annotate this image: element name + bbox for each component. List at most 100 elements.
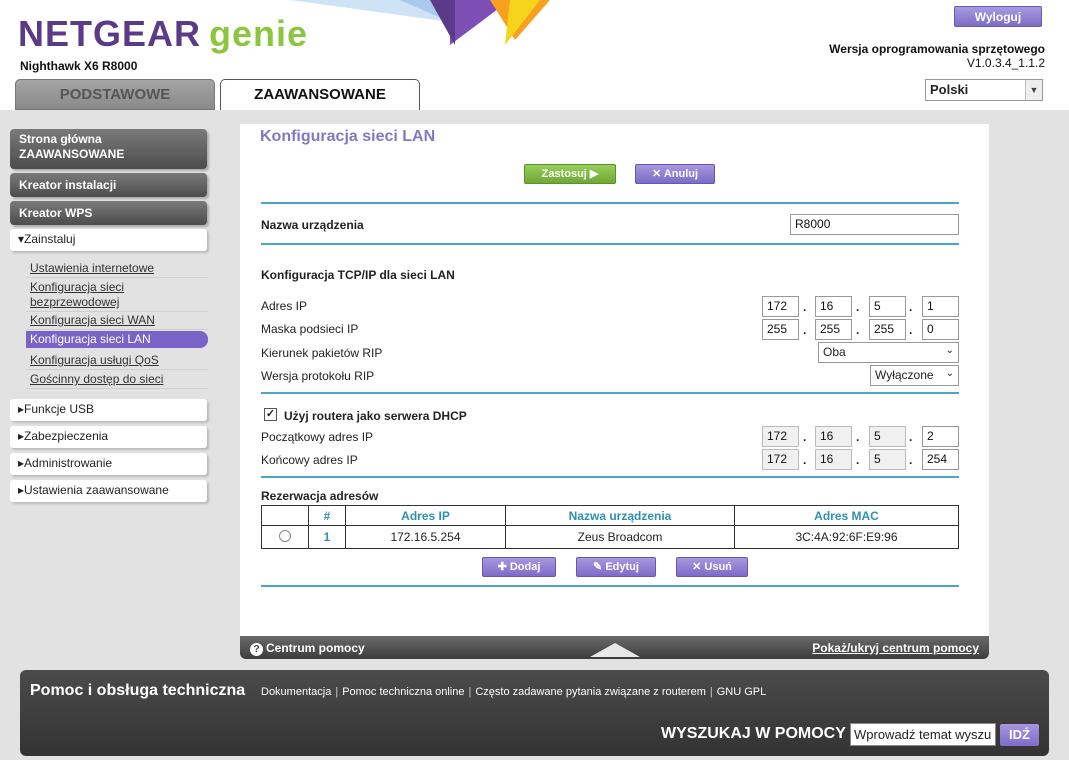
router-model: Nighthawk X6 R8000 [20, 59, 138, 73]
sidebar-section-advanced-setup[interactable]: ▸Ustawienia zaawansowane [10, 480, 207, 502]
add-button[interactable]: ✚ Dodaj [482, 557, 556, 577]
tcpip-section-title: Konfiguracja TCP/IP dla sieci LAN [261, 268, 455, 282]
ip-octet-3-input[interactable]: 5 [869, 296, 906, 317]
end-ip-octet-2: 16 [815, 449, 852, 470]
sidebar-section-setup[interactable]: ▾Zainstaluj [10, 229, 207, 251]
octet-separator: . [856, 300, 860, 314]
table-cell-device-name: Zeus Broadcom [505, 525, 735, 549]
table-row[interactable]: 1 172.16.5.254 Zeus Broadcom 3C:4A:92:6F… [261, 525, 959, 549]
language-select[interactable]: Polski ▼ [925, 79, 1043, 101]
start-ip-octet-1: 172 [762, 426, 799, 447]
table-cell-mac: 3C:4A:92:6F:E9:96 [734, 525, 959, 549]
divider [261, 476, 959, 478]
content-panel: Konfiguracja sieci LAN Zastosuj ▶ ✕ Anul… [240, 124, 989, 636]
octet-separator: . [803, 430, 807, 444]
sidebar-item-wireless-setup[interactable]: Konfiguracja sieci bezprzewodowej [26, 279, 208, 312]
mask-octet-2-input[interactable]: 255 [815, 319, 852, 340]
ip-octet-2-input[interactable]: 16 [815, 296, 852, 317]
online-support-link[interactable]: Pomoc techniczna online [338, 686, 468, 698]
tab-advanced[interactable]: ZAAWANSOWANE [220, 79, 420, 110]
sidebar-home-button[interactable]: Strona główna ZAAWANSOWANE [10, 129, 207, 169]
octet-separator: . [856, 453, 860, 467]
octet-separator: . [803, 453, 807, 467]
reservation-title: Rezerwacja adresów [261, 489, 379, 503]
gnu-gpl-link[interactable]: GNU GPL [713, 686, 771, 698]
device-name-label: Nazwa urządzenia [261, 218, 364, 232]
support-footer: Pomoc i obsługa techniczna Dokumentacja |… [20, 670, 1049, 756]
divider [261, 202, 959, 204]
help-center-toggle[interactable]: ? Centrum pomocy [250, 641, 365, 656]
sidebar-item-guest-network[interactable]: Gościnny dostęp do sieci [26, 371, 208, 389]
expand-arrow-icon[interactable] [590, 643, 640, 657]
rip-direction-select[interactable]: Oba ⌄ [818, 342, 959, 363]
ip-octet-4-input[interactable]: 1 [922, 296, 959, 317]
play-icon: ▶ [589, 168, 599, 180]
mask-octet-4-input[interactable]: 0 [922, 319, 959, 340]
table-cell-number: 1 [308, 525, 346, 549]
faq-link[interactable]: Często zadawane pytania związane z route… [471, 686, 710, 698]
end-ip-label: Końcowy adres IP [261, 453, 358, 467]
close-icon: ✕ [692, 561, 702, 573]
support-title: Pomoc i obsługa techniczna [30, 682, 246, 699]
close-icon: ✕ [651, 168, 662, 180]
chevron-down-icon: ▼ [1025, 80, 1042, 100]
octet-separator: . [803, 323, 807, 337]
start-ip-octet-4-input[interactable]: 2 [922, 426, 959, 447]
ip-octet-1-input[interactable]: 172 [762, 296, 799, 317]
mask-octet-3-input[interactable]: 255 [869, 319, 906, 340]
cancel-button[interactable]: ✕ Anuluj [635, 164, 715, 184]
firmware-label: Wersja oprogramowania sprzętowego [829, 42, 1045, 56]
sidebar-item-internet-setup[interactable]: Ustawienia internetowe [26, 260, 208, 278]
table-header-number: # [308, 505, 346, 526]
reservation-table: # Adres IP Nazwa urządzenia Adres MAC 1 … [261, 505, 959, 549]
octet-separator: . [909, 430, 913, 444]
firmware-version: V1.0.3.4_1.1.2 [966, 56, 1045, 70]
start-ip-octet-2: 16 [815, 426, 852, 447]
table-header-mac: Adres MAC [734, 505, 959, 526]
decorative-banner-shapes [290, 0, 550, 45]
logout-button[interactable]: Wyloguj [954, 6, 1042, 27]
sidebar-setup-wizard-button[interactable]: Kreator instalacji [10, 173, 207, 197]
octet-separator: . [909, 323, 913, 337]
sidebar-section-usb[interactable]: ▸Funkcje USB [10, 399, 207, 421]
rip-version-label: Wersja protokołu RIP [261, 369, 375, 383]
help-search-input[interactable]: Wprowadź temat wyszu [850, 723, 996, 746]
sidebar-section-security[interactable]: ▸Zabezpieczenia [10, 426, 207, 448]
dhcp-server-checkbox[interactable]: ✓ [264, 408, 277, 421]
sidebar-item-qos-setup[interactable]: Konfiguracja usługi QoS [26, 352, 208, 370]
start-ip-octet-3: 5 [869, 426, 906, 447]
table-cell-ip: 172.16.5.254 [345, 525, 506, 549]
rip-direction-label: Kierunek pakietów RIP [261, 346, 383, 360]
support-links: Dokumentacja | Pomoc techniczna online | Czę… [257, 686, 770, 698]
documentation-link[interactable]: Dokumentacja [257, 686, 335, 698]
table-cell-select [261, 525, 309, 549]
divider [261, 392, 959, 394]
apply-button[interactable]: Zastosuj ▶ [524, 164, 616, 184]
table-header-ip: Adres IP [345, 505, 506, 526]
end-ip-octet-4-input[interactable]: 254 [922, 449, 959, 470]
tab-basic[interactable]: PODSTAWOWE [15, 79, 215, 110]
page-title: Konfiguracja sieci LAN [260, 128, 436, 145]
sidebar-item-lan-setup[interactable]: Konfiguracja sieci LAN [26, 331, 208, 348]
chevron-down-icon: ⌄ [945, 345, 954, 356]
subnet-mask-label: Maska podsieci IP [261, 322, 359, 336]
octet-separator: . [909, 453, 913, 467]
sidebar-wps-wizard-button[interactable]: Kreator WPS [10, 201, 207, 225]
header: NETGEAR genie Nighthawk X6 R8000 Wyloguj … [0, 0, 1069, 110]
edit-button[interactable]: ✎ Edytuj [576, 557, 656, 577]
help-search-go-button[interactable]: IDŹ [1000, 724, 1039, 746]
table-header-row: # Adres IP Nazwa urządzenia Adres MAC [261, 505, 959, 526]
help-center-bar: ? Centrum pomocy Pokaż/ukryj centrum pomo… [240, 636, 989, 659]
device-name-input[interactable]: R8000 [790, 214, 959, 235]
show-hide-help-link[interactable]: Pokaż/ukryj centrum pomocy [812, 641, 979, 655]
row-select-radio[interactable] [279, 529, 291, 542]
question-icon: ? [250, 643, 263, 656]
plus-icon: ✚ [497, 561, 507, 573]
mask-octet-1-input[interactable]: 255 [762, 319, 799, 340]
rip-version-select[interactable]: Wyłączone ⌄ [870, 365, 959, 386]
delete-button[interactable]: ✕ Usuń [676, 557, 748, 577]
netgear-genie-logo: NETGEAR genie [18, 13, 309, 54]
sidebar-section-administration[interactable]: ▸Administrowanie [10, 453, 207, 475]
octet-separator: . [909, 300, 913, 314]
sidebar-item-wan-setup[interactable]: Konfiguracja sieci WAN [26, 312, 208, 330]
